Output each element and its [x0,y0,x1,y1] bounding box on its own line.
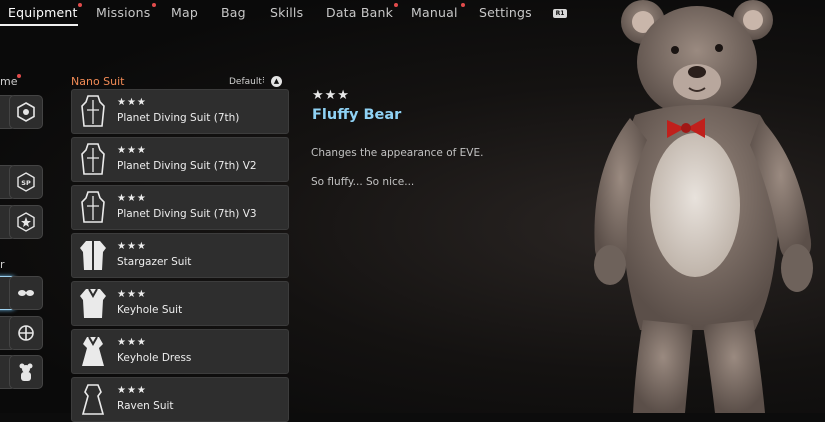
tab-bag[interactable]: Bag [221,5,246,20]
tab-equipment[interactable]: Equipment [8,5,78,20]
jacket-suit-icon [80,241,106,270]
equipment-slot-exospine[interactable] [9,95,43,129]
tab-equipment-alert-dot [78,3,82,7]
tab-data-bank[interactable]: Data Bank [326,5,393,20]
rarity-stars: ★★★ [117,193,147,204]
item-name: Raven Suit [117,400,174,412]
equipment-slot-earrings[interactable] [9,316,43,350]
list-item[interactable]: ★★★ Planet Diving Suit (7th) V3 [71,185,289,230]
category-label: r [0,258,5,271]
tab-map[interactable]: Map [171,5,198,20]
list-item[interactable]: ★★★ Keyhole Dress [71,329,289,374]
tab-missions-alert-dot [152,3,156,7]
dress-icon [81,384,105,415]
rarity-stars: ★★★ [117,97,147,108]
diving-suit-icon [81,95,105,127]
diving-suit-icon [81,143,105,175]
tab-settings[interactable]: Settings [479,5,532,20]
rarity-stars: ★★★ [117,289,147,300]
category-alert-dot [17,74,21,78]
detail-rarity-stars: ★★★ [312,88,350,103]
tab-manual-alert-dot [461,3,465,7]
detail-description: Changes the appearance of EVE. [311,147,484,159]
list-item[interactable]: ★★★ Raven Suit [71,377,289,422]
list-item[interactable]: ★★★ Planet Diving Suit (7th) [71,89,289,134]
dress-icon [82,336,104,366]
triangle-button-icon[interactable]: ▲ [271,76,282,87]
item-name: Planet Diving Suit (7th) V3 [117,208,257,220]
item-name: Keyhole Suit [117,304,183,316]
bear-suit-icon [19,363,33,381]
list-item[interactable]: ★★★ Planet Diving Suit (7th) V2 [71,137,289,182]
list-title: Nano Suit [71,75,125,88]
item-name: Planet Diving Suit (7th) [117,112,240,124]
rarity-stars: ★★★ [117,241,147,252]
rarity-stars: ★★★ [117,385,147,396]
rarity-stars: ★★★ [117,337,147,348]
sort-label[interactable]: Default [229,77,262,87]
tab-missions[interactable]: Missions [96,5,150,20]
sunglasses-icon [18,290,34,296]
hexagon-gear-icon [17,102,35,122]
item-name: Planet Diving Suit (7th) V2 [117,160,257,172]
list-item[interactable]: ★★★ Stargazer Suit [71,233,289,278]
equipment-slot-sp[interactable]: SP [9,165,43,199]
tab-manual[interactable]: Manual [411,5,458,20]
tab-skills[interactable]: Skills [270,5,303,20]
equipment-slot-suit[interactable] [9,355,43,389]
star-emblem-icon [17,212,35,232]
item-name: Stargazer Suit [117,256,192,268]
detail-flavor-text: So fluffy... So nice... [311,176,415,188]
character-preview [594,0,813,413]
r1-button-hint: R1 [553,9,567,18]
ornament-icon [18,325,34,341]
item-name: Keyhole Dress [117,352,192,364]
category-label: me [0,75,18,88]
equipment-slot-glasses[interactable] [9,276,43,310]
svg-text:SP: SP [21,179,31,187]
list-item[interactable]: ★★★ Keyhole Suit [71,281,289,326]
detail-title: Fluffy Bear [312,107,402,123]
tab-data-bank-alert-dot [394,3,398,7]
rarity-stars: ★★★ [117,145,147,156]
top-navigation: Equipment Missions Map Bag Skills Data B… [0,0,825,28]
active-tab-indicator [0,24,78,26]
diving-suit-icon [81,191,105,223]
sort-separator-icon: ⁝ [262,76,265,86]
jacket-suit-icon [80,288,106,318]
sp-badge-icon: SP [17,172,35,192]
equipment-slot-star[interactable] [9,205,43,239]
